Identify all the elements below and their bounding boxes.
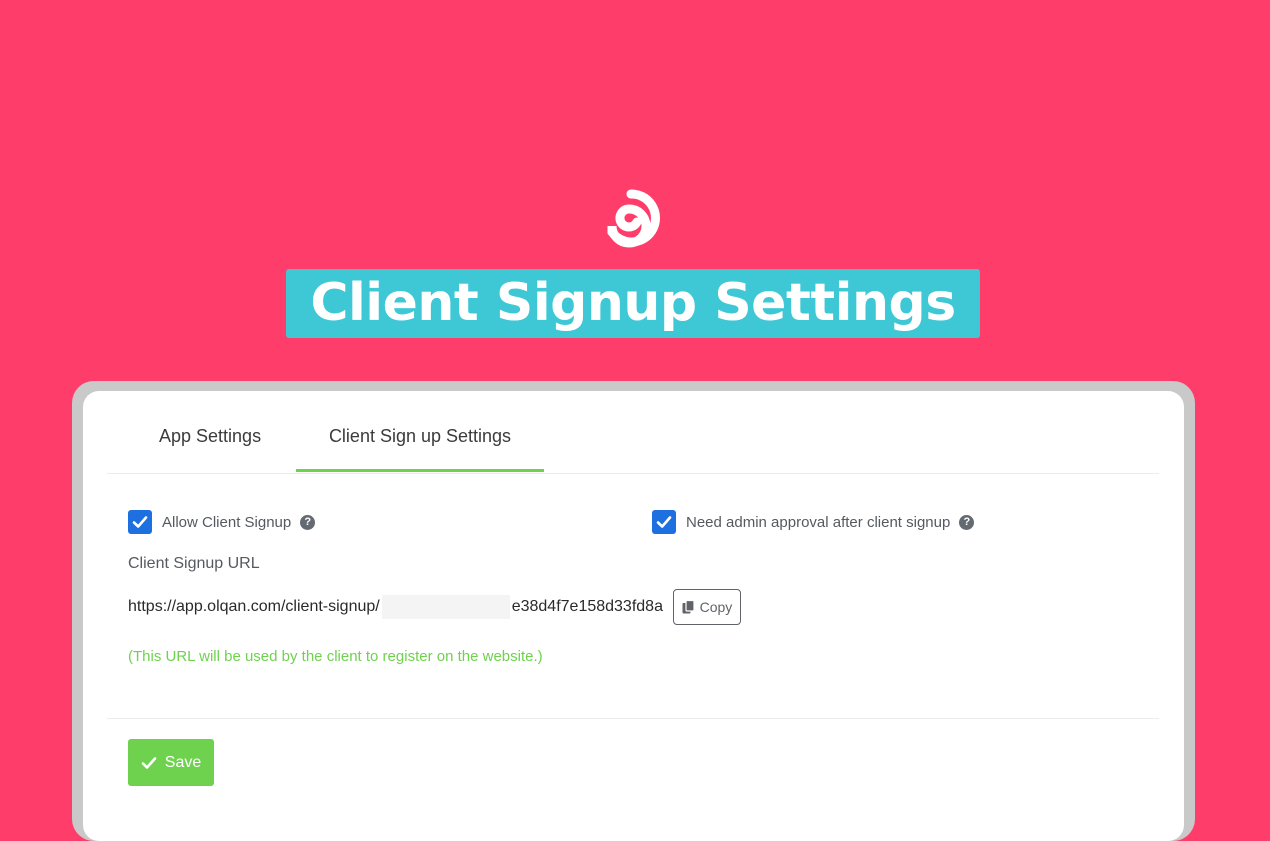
signup-url-prefix: https://app.olqan.com/client-signup/ (128, 598, 380, 615)
settings-card: App Settings Client Sign up Settings All… (83, 391, 1184, 841)
swirl-logo-icon (607, 189, 660, 248)
signup-url-label: Client Signup URL (128, 555, 260, 572)
allow-client-signup-checkbox[interactable] (128, 510, 152, 534)
signup-url-row: https://app.olqan.com/client-signup/ e38… (128, 589, 741, 625)
checkmark-icon (132, 516, 148, 528)
url-note: (This URL will be used by the client to … (128, 648, 543, 665)
save-button[interactable]: Save (128, 739, 214, 786)
allow-client-signup-label: Allow Client Signup (162, 513, 292, 531)
admin-approval-row: Need admin approval after client signup … (652, 509, 975, 535)
save-label: Save (164, 753, 202, 771)
copy-button[interactable]: Copy (672, 589, 741, 625)
checkmark-icon (141, 756, 157, 770)
checkmark-icon (656, 516, 672, 528)
form-divider (107, 718, 1159, 719)
copy-icon (682, 600, 695, 614)
help-icon[interactable]: ? (300, 514, 316, 530)
allow-client-signup-row: Allow Client Signup ? (128, 509, 316, 535)
help-icon[interactable]: ? (959, 514, 975, 530)
settings-tabs: App Settings Client Sign up Settings (107, 391, 1159, 474)
copy-label: Copy (699, 599, 733, 615)
tab-app-settings[interactable]: App Settings (159, 391, 261, 473)
signup-url-suffix: e38d4f7e158d33fd8a (511, 598, 663, 615)
tab-client-signup-settings[interactable]: Client Sign up Settings (296, 391, 544, 473)
admin-approval-checkbox[interactable] (652, 510, 676, 534)
redacted-url-segment (381, 595, 510, 619)
page-headline: Client Signup Settings (286, 269, 980, 338)
active-tab-indicator (296, 469, 544, 472)
admin-approval-label: Need admin approval after client signup (686, 513, 951, 531)
